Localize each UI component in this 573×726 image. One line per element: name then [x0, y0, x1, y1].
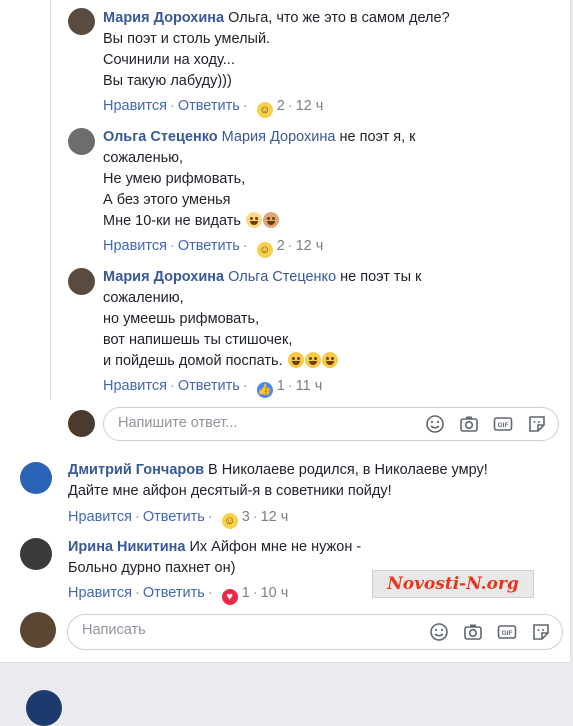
reply-input[interactable]: Напишите ответ... GIF [103, 407, 559, 441]
haha-reaction-icon[interactable]: ☺ [256, 242, 273, 258]
haha-reaction-icon[interactable]: ☺ [221, 513, 238, 529]
svg-text:GIF: GIF [498, 422, 509, 429]
avatar [68, 410, 95, 437]
comment-actions: Нравится · Ответить · ☺ 2 · 12 ч [103, 238, 324, 258]
reply-link[interactable]: Ответить [143, 509, 205, 525]
reply-link[interactable]: Ответить [178, 238, 240, 254]
comment-time[interactable]: 12 ч [296, 98, 324, 114]
comment-placeholder: Написать [82, 622, 146, 638]
comment-actions: Нравится · Ответить · ☺ 2 · 12 ч [103, 98, 324, 118]
comment-text: Мария Дорохина Ольга Стеценко не поэт ты… [103, 269, 422, 369]
like-reaction-icon[interactable]: 👍 [256, 382, 273, 398]
comment-author[interactable]: Мария Дорохина [103, 10, 224, 26]
like-link[interactable]: Нравится [103, 238, 167, 254]
reply-link[interactable]: Ответить [178, 378, 240, 394]
mention-link[interactable]: Мария Дорохина [222, 129, 336, 145]
gif-icon[interactable]: GIF [496, 621, 518, 643]
comments-card: Мария Дорохина Ольга, что же это в самом… [0, 0, 571, 663]
like-link[interactable]: Нравится [68, 585, 132, 601]
avatar [20, 612, 56, 648]
comment-author[interactable]: Дмитрий Гончаров [68, 462, 204, 478]
avatar[interactable] [68, 268, 95, 295]
comment-author[interactable]: Мария Дорохина [103, 269, 224, 285]
love-reaction-icon[interactable]: ♥ [221, 589, 238, 605]
comment-actions: Нравится · Ответить · ♥ 1 · 10 ч [68, 585, 289, 605]
like-link[interactable]: Нравится [103, 378, 167, 394]
comment-time[interactable]: 12 ч [296, 238, 324, 254]
comment-time[interactable]: 10 ч [261, 585, 289, 601]
comment-actions: Нравится · Ответить · ☺ 3 · 12 ч [68, 509, 289, 529]
thread-line [50, 0, 51, 400]
comment-input[interactable]: Написать GIF [67, 614, 563, 650]
camera-icon[interactable] [462, 621, 484, 643]
reaction-count: 1 [276, 378, 285, 394]
laughing-emoji-icon [321, 352, 338, 368]
reply-placeholder: Напишите ответ... [118, 415, 238, 431]
emoji-icon[interactable] [424, 413, 446, 435]
girl-emoji-icon [262, 212, 279, 228]
avatar[interactable] [68, 8, 95, 35]
comment-author[interactable]: Ольга Стеценко [103, 129, 218, 145]
watermark-logo: Novosti-N.org [372, 570, 534, 598]
svg-text:GIF: GIF [502, 630, 513, 637]
like-link[interactable]: Нравится [103, 98, 167, 114]
mention-link[interactable]: Ольга Стеценко [228, 269, 336, 285]
reaction-count: 3 [241, 509, 250, 525]
reaction-count: 1 [241, 585, 250, 601]
comment-text: Дмитрий Гончаров В Николаеве родился, в … [68, 462, 488, 499]
comment-author[interactable]: Ирина Никитина [68, 539, 185, 555]
laughing-emoji-icon [287, 352, 304, 368]
sticker-icon[interactable] [530, 621, 552, 643]
haha-reaction-icon[interactable]: ☺ [256, 102, 273, 118]
avatar[interactable] [68, 128, 95, 155]
emoji-icon[interactable] [428, 621, 450, 643]
reply-link[interactable]: Ответить [178, 98, 240, 114]
comment-text: Мария Дорохина Ольга, что же это в самом… [103, 10, 450, 89]
camera-icon[interactable] [458, 413, 480, 435]
laughing-emoji-icon [304, 352, 321, 368]
reaction-count: 2 [276, 238, 285, 254]
reaction-count: 2 [276, 98, 285, 114]
avatar[interactable] [20, 462, 52, 494]
reply-link[interactable]: Ответить [143, 585, 205, 601]
like-link[interactable]: Нравится [68, 509, 132, 525]
comment-time[interactable]: 11 ч [296, 378, 323, 394]
cat-emoji-icon [245, 212, 262, 228]
comment-actions: Нравится · Ответить · 👍 1 · 11 ч [103, 378, 323, 398]
sticker-icon[interactable] [526, 413, 548, 435]
avatar[interactable] [20, 538, 52, 570]
gif-icon[interactable]: GIF [492, 413, 514, 435]
comment-text: Ольга Стеценко Мария Дорохина не поэт я,… [103, 129, 416, 229]
comment-time[interactable]: 12 ч [261, 509, 289, 525]
next-post-avatar [26, 690, 62, 726]
